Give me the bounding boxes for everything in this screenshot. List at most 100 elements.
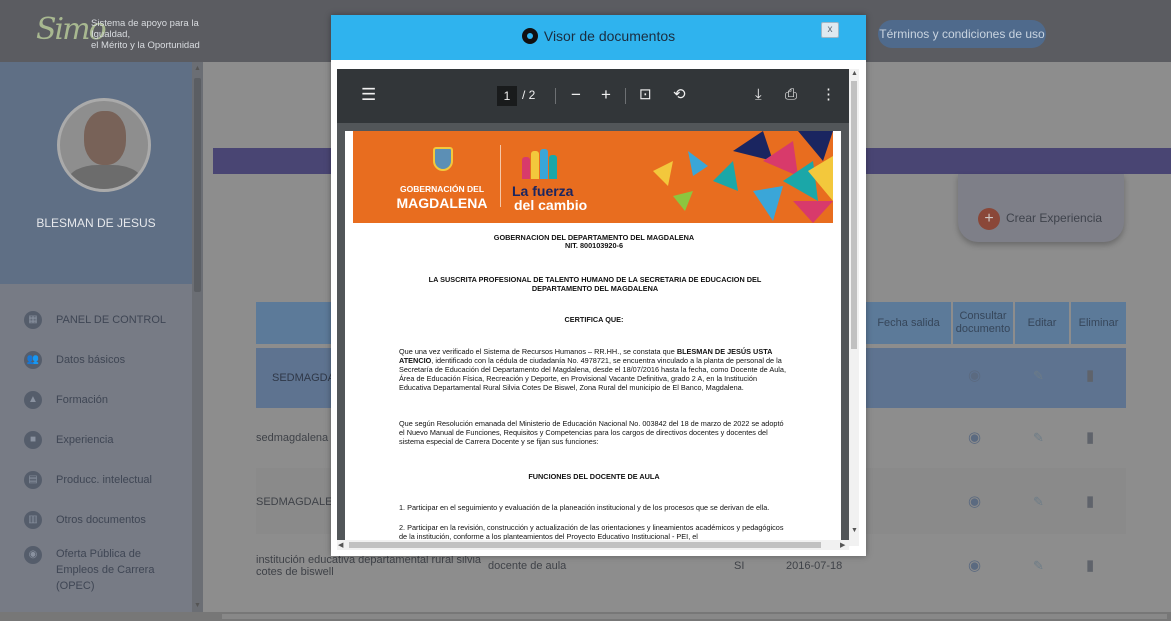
eye-icon <box>521 28 538 44</box>
sidebar-item-label: Otros documentos <box>56 514 146 526</box>
row-entity: sedmagdalena <box>256 432 329 444</box>
doc-paragraph-1-b: , identificado con la cédula de ciudadan… <box>399 356 786 392</box>
view-document-eye-icon[interactable]: ◉ <box>968 366 981 384</box>
viewer-vertical-scroll-thumb[interactable] <box>851 81 857 349</box>
briefcase-icon: ■ <box>24 431 42 449</box>
zoom-in-icon[interactable]: + <box>601 85 611 105</box>
document-icon: ▥ <box>24 511 42 529</box>
globe-icon: ◉ <box>24 546 42 564</box>
banner-gobernacion: GOBERNACIÓN DEL <box>399 184 485 194</box>
sidebar-item-opec[interactable]: ◉ Oferta Pública de Empleos de Carrera (… <box>0 540 192 592</box>
sidebar-menu: ▦ PANEL DE CONTROL 👥 Datos básicos ▲ For… <box>0 300 192 592</box>
sidebar-item-experiencia[interactable]: ■ Experiencia <box>0 420 192 460</box>
edit-pencil-icon[interactable]: ✎ <box>1033 494 1044 510</box>
viewer-vertical-scrollbar[interactable]: ▲ ▼ <box>849 69 859 546</box>
sidebar-scroll-thumb[interactable] <box>194 78 201 292</box>
rotate-icon[interactable]: ⟲ <box>673 85 686 105</box>
create-experience-button[interactable]: + Crear Experiencia <box>958 174 1124 242</box>
sidebar-item-panel-de-control[interactable]: ▦ PANEL DE CONTROL <box>0 300 192 340</box>
delete-trash-icon[interactable]: ▮ <box>1086 556 1094 574</box>
row-fecha-ingreso: 2016-07-18 <box>786 560 843 572</box>
toolbar-divider <box>625 88 626 104</box>
sidebar-item-label-line1: Oferta Pública de <box>56 548 141 560</box>
sidebar-item-label: Oferta Pública de Empleos de Carrera (OP… <box>56 546 192 594</box>
view-document-eye-icon[interactable]: ◉ <box>968 492 981 510</box>
doc-paragraph-2: Que según Resolución emanada del Ministe… <box>399 419 784 446</box>
delete-trash-icon[interactable]: ▮ <box>1086 428 1094 446</box>
scroll-down-arrow-icon[interactable]: ▼ <box>851 527 858 534</box>
doc-paragraph-1: Que una vez verificado el Sistema de Rec… <box>399 347 789 392</box>
sidebar-item-otros-documentos[interactable]: ▥ Otros documentos <box>0 500 192 540</box>
plus-icon: + <box>978 208 1000 230</box>
modal-title-text: Visor de documentos <box>543 28 676 44</box>
column-header-eliminar: Eliminar <box>1071 302 1126 344</box>
viewer-horizontal-scroll-thumb[interactable] <box>349 542 821 548</box>
scroll-right-arrow-icon[interactable]: ▶ <box>840 541 845 549</box>
dashboard-icon: ▦ <box>24 311 42 329</box>
page-horizontal-scroll-thumb[interactable] <box>222 614 1167 619</box>
profile-name: BLESMAN DE JESUS <box>36 216 156 230</box>
view-document-eye-icon[interactable]: ◉ <box>968 428 981 446</box>
sidebar-item-label: Experiencia <box>56 434 114 446</box>
banner-slogan-line2: del cambio <box>514 197 588 213</box>
view-document-eye-icon[interactable]: ◉ <box>968 556 981 574</box>
more-options-icon[interactable]: ⋮ <box>821 85 836 105</box>
sidebar-item-formacion[interactable]: ▲ Formación <box>0 380 192 420</box>
scroll-left-arrow-icon[interactable]: ◀ <box>338 541 343 549</box>
profile-panel: BLESMAN DE JESUS <box>0 62 192 284</box>
raised-hands-icon <box>520 149 560 179</box>
close-button[interactable]: x <box>821 22 839 38</box>
column-header-fecha-salida: Fecha salida <box>866 302 951 344</box>
sidebar-item-label: Producc. intelectual <box>56 474 152 486</box>
menu-hamburger-icon[interactable]: ☰ <box>361 85 376 105</box>
modal-title: Visor de documentos <box>331 28 866 44</box>
scroll-up-arrow-icon[interactable]: ▲ <box>851 70 858 77</box>
viewer-horizontal-scrollbar[interactable]: ◀ ▶ <box>337 540 849 550</box>
avatar <box>57 98 151 192</box>
banner-magdalena: MAGDALENA <box>396 195 488 211</box>
download-icon[interactable]: ⤓ <box>755 85 762 105</box>
edit-pencil-icon[interactable]: ✎ <box>1033 558 1044 574</box>
column-header-editar: Editar <box>1015 302 1069 344</box>
scroll-down-arrow-icon[interactable]: ▼ <box>192 602 203 609</box>
sidebar-item-datos-basicos[interactable]: 👥 Datos básicos <box>0 340 192 380</box>
pdf-viewer: ☰ 1 / 2 − + ⊡ ⟲ ⤓ ⎙ ⋮ GOBERNACIÓN DEL MA… <box>337 69 849 546</box>
sidebar-item-label-line2: Empleos de Carrera (OPEC) <box>56 564 155 592</box>
print-icon[interactable]: ⎙ <box>785 85 797 105</box>
terms-button[interactable]: Términos y condiciones de uso <box>878 20 1046 48</box>
doc-funcion-1: 1. Participar en el seguimiento y evalua… <box>399 503 770 512</box>
magdalena-crest-icon <box>433 147 453 171</box>
doc-paragraph-1-a: Que una vez verificado el Sistema de Rec… <box>399 347 677 356</box>
modal-header: Visor de documentos x <box>331 15 866 60</box>
page-horizontal-scrollbar[interactable] <box>0 612 1171 621</box>
page-number-input[interactable]: 1 <box>497 86 517 106</box>
banner-triangles-graphic <box>653 131 833 223</box>
create-experience-label: Crear Experiencia <box>1006 211 1103 225</box>
book-icon: ▤ <box>24 471 42 489</box>
logo-tagline: Sistema de apoyo para la Igualdad, el Mé… <box>91 18 231 51</box>
edit-pencil-icon[interactable]: ✎ <box>1033 368 1044 384</box>
avatar-shirt <box>68 165 142 189</box>
fit-page-icon[interactable]: ⊡ <box>639 85 652 105</box>
document-banner: GOBERNACIÓN DEL MAGDALENA La fuerza del … <box>353 131 833 223</box>
doc-certifica: CERTIFICA QUE: <box>564 315 624 324</box>
graduation-cap-icon: ▲ <box>24 391 42 409</box>
page-total: / 2 <box>522 88 536 102</box>
row-cargo: docente de aula <box>488 560 567 572</box>
scroll-up-arrow-icon[interactable]: ▲ <box>192 65 203 72</box>
row-entity: SEDMAGDALE <box>256 496 333 508</box>
delete-trash-icon[interactable]: ▮ <box>1086 492 1094 510</box>
doc-nit: NIT. 800103920-6 <box>564 241 623 250</box>
edit-pencil-icon[interactable]: ✎ <box>1033 430 1044 446</box>
people-icon: 👥 <box>24 351 42 369</box>
logo-tagline-line2: el Mérito y la Oportunidad <box>91 40 200 51</box>
sidebar-item-produccion-intelectual[interactable]: ▤ Producc. intelectual <box>0 460 192 500</box>
row-entity: institución educativa departamental rura… <box>256 554 482 578</box>
avatar-face <box>84 111 126 165</box>
delete-trash-icon[interactable]: ▮ <box>1086 366 1094 384</box>
zoom-out-icon[interactable]: − <box>571 85 581 105</box>
toolbar-divider <box>555 88 556 104</box>
sidebar-scrollbar[interactable]: ▲ ▼ <box>192 62 203 612</box>
row-actual: SI <box>734 560 745 572</box>
row-entity: SEDMAGDA <box>272 372 335 384</box>
